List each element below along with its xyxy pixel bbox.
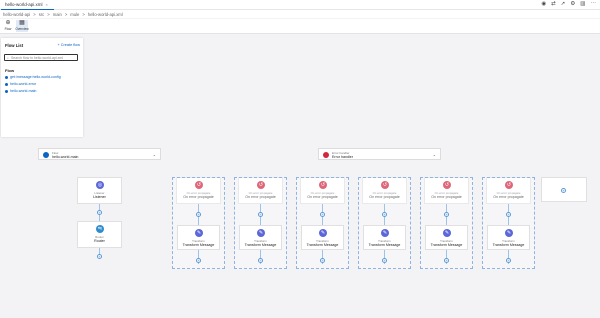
add-step-button[interactable]: + — [382, 258, 387, 263]
flow-icon — [5, 89, 8, 93]
grid-icon: ▦ — [19, 20, 25, 26]
flow-list-item[interactable]: hello-world-error — [5, 82, 36, 86]
step-name: Transform Message — [492, 243, 525, 247]
close-icon[interactable]: × — [46, 2, 48, 7]
tab-title: hello-world-api.xml — [5, 2, 43, 7]
split-icon[interactable]: ▥ — [580, 1, 585, 8]
flow-list-panel: Flow List + Create flow ⌕ Search flow in… — [1, 38, 83, 137]
transform-icon: ✎ — [443, 229, 451, 237]
settings-icon[interactable]: ⚙ — [570, 1, 575, 8]
breadcrumb-item[interactable]: hello-world-api.xml — [88, 12, 123, 17]
debug-icon[interactable]: ◉ — [541, 1, 546, 8]
flow-list-item-label: get:\message:hello-world-config — [10, 75, 61, 79]
add-error-handler-card[interactable]: + — [541, 177, 587, 202]
breadcrumb-item[interactable]: src — [39, 12, 45, 17]
error-handler-header[interactable]: Error handler Error handler ⌄ — [318, 148, 441, 160]
overview-tool-label: Overview — [15, 27, 29, 31]
add-step-button[interactable]: + — [506, 258, 511, 263]
add-step-button[interactable]: + — [444, 258, 449, 263]
transform-icon: ✎ — [505, 229, 513, 237]
step-name: Transform Message — [306, 243, 339, 247]
search-icon: ⌕ — [7, 55, 9, 60]
breadcrumb-separator: > — [33, 11, 36, 17]
chevron-down-icon[interactable]: ⌄ — [153, 152, 156, 157]
flow-header[interactable]: Flow hello-world-main ⌄ — [38, 148, 161, 160]
transform-message-card[interactable]: ✎ Transform Transform Message — [239, 225, 282, 250]
error-handler-name: Error handler — [332, 155, 353, 159]
breadcrumb-separator: > — [64, 11, 68, 17]
add-step-button[interactable]: + — [320, 258, 325, 263]
search-placeholder: Search flow in hello-world-api.xml — [10, 55, 64, 60]
add-step-button[interactable]: + — [258, 258, 263, 263]
step-name: Listener — [93, 195, 106, 199]
flow-section-heading: Flow — [5, 68, 15, 73]
transform-message-card[interactable]: ✎ Transform Transform Message — [363, 225, 406, 250]
title-bar: hello-world-api.xml × ◉ ⇄ ➚ ⚙ ▥ ⋯ — [0, 0, 600, 10]
breadcrumb-separator: > — [47, 11, 50, 17]
canvas-toolbar: ⊕ Flow ▦ Overview — [0, 19, 600, 34]
transform-icon: ✎ — [381, 229, 389, 237]
overview-tool-button[interactable]: ▦ Overview — [15, 20, 29, 32]
more-icon[interactable]: ⋯ — [591, 1, 597, 8]
add-step-button[interactable]: + — [97, 254, 102, 259]
deploy-icon[interactable]: ➚ — [561, 1, 566, 8]
transform-icon: ✎ — [319, 229, 327, 237]
listener-icon: ◎ — [96, 181, 104, 189]
step-name: Transform Message — [244, 243, 277, 247]
transform-message-card[interactable]: ✎ Transform Transform Message — [487, 225, 530, 250]
step-name: Transform Message — [430, 243, 463, 247]
panel-heading: Flow List — [5, 43, 24, 48]
flow-search-input[interactable]: ⌕ Search flow in hello-world-api.xml — [4, 54, 78, 61]
flow-tool-button[interactable]: ⊕ Flow — [2, 20, 14, 32]
flow-icon — [5, 82, 8, 86]
flow-list-item[interactable]: hello-world-main — [5, 89, 36, 93]
add-step-button[interactable]: + — [444, 212, 449, 217]
breadcrumb-item[interactable]: mule — [70, 12, 79, 17]
editor-tab[interactable]: hello-world-api.xml × — [1, 0, 54, 10]
flow-list-item[interactable]: get:\message:hello-world-config — [5, 75, 61, 79]
add-step-button[interactable]: + — [97, 210, 102, 215]
flow-list-item-label: hello-world-error — [10, 82, 37, 86]
add-step-button[interactable]: + — [320, 212, 325, 217]
window-actions: ◉ ⇄ ➚ ⚙ ▥ ⋯ — [541, 1, 596, 8]
flow-name: hello-world-main — [52, 155, 79, 159]
transform-message-card[interactable]: ✎ Transform Transform Message — [177, 225, 220, 250]
step-name: Router — [94, 239, 105, 243]
flow-list-item-label: hello-world-main — [10, 89, 37, 93]
router-icon: ⇋ — [96, 225, 104, 233]
plus-circle-icon: ⊕ — [5, 20, 11, 26]
add-step-button[interactable]: + — [506, 212, 511, 217]
transform-icon: ✎ — [257, 229, 265, 237]
router-card[interactable]: ⇋ Router Router — [77, 221, 122, 248]
flow-badge-icon — [43, 152, 49, 158]
step-name: Transform Message — [368, 243, 401, 247]
breadcrumb-separator: > — [82, 11, 85, 17]
flow-icon — [5, 75, 8, 79]
listener-card[interactable]: ◎ Listener Listener — [77, 177, 122, 204]
add-step-button[interactable]: + — [382, 212, 387, 217]
error-badge-icon — [323, 152, 329, 158]
chevron-down-icon[interactable]: ⌄ — [433, 152, 436, 157]
add-step-button[interactable]: + — [196, 212, 201, 217]
add-step-button[interactable]: + — [196, 258, 201, 263]
breadcrumb: hello-world-api > src > main > mule > he… — [0, 10, 600, 18]
add-step-button[interactable]: + — [258, 212, 263, 217]
transform-message-card[interactable]: ✎ Transform Transform Message — [425, 225, 468, 250]
transform-message-card[interactable]: ✎ Transform Transform Message — [301, 225, 344, 250]
breadcrumb-item[interactable]: hello-world-api — [3, 12, 30, 17]
flow-tool-label: Flow — [4, 27, 12, 31]
run-icon[interactable]: ⇄ — [551, 1, 556, 8]
add-step-button[interactable]: + — [561, 188, 566, 193]
transform-icon: ✎ — [195, 229, 203, 237]
breadcrumb-item[interactable]: main — [53, 12, 62, 17]
step-name: Transform Message — [182, 243, 215, 247]
create-flow-button[interactable]: + Create flow — [58, 43, 80, 47]
